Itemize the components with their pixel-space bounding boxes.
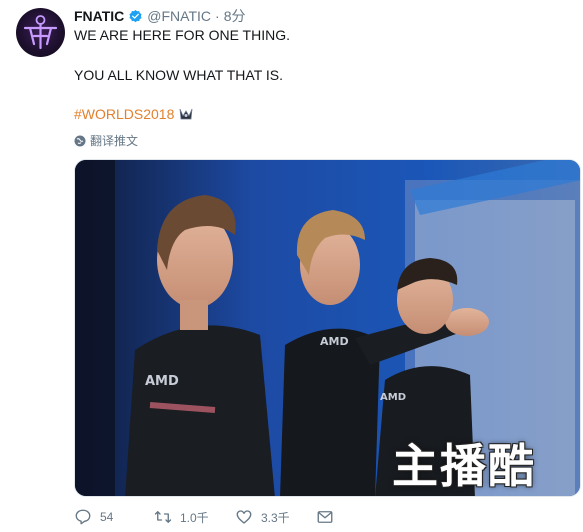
heart-icon <box>236 510 252 524</box>
hashtag-row: #WORLDS2018 <box>74 106 194 122</box>
retweet-count: 1.0千 <box>180 510 209 525</box>
message-button[interactable] <box>316 508 334 526</box>
tweet-text-line-2: YOU ALL KNOW WHAT THAT IS. <box>74 67 284 83</box>
svg-text:AMD: AMD <box>320 335 349 348</box>
like-button[interactable]: 3.3千 <box>235 508 290 526</box>
separator-dot: · <box>215 8 220 24</box>
worlds-trophy-icon <box>179 108 193 120</box>
watermark: 主播酷 <box>392 439 536 493</box>
user-handle[interactable]: @FNATIC <box>147 8 211 24</box>
hashtag-link[interactable]: #WORLDS2018 <box>74 106 174 122</box>
tweet-header: FNATIC @FNATIC · 8分 <box>74 6 246 26</box>
translate-tweet-link[interactable]: 翻译推文 <box>74 132 138 149</box>
reply-button[interactable]: 54 <box>74 508 113 526</box>
tweet-actions: 54 1.0千 3.3千 <box>74 508 374 530</box>
tweet-text-line-1: WE ARE HERE FOR ONE THING. <box>74 27 290 43</box>
display-name[interactable]: FNATIC <box>74 8 124 24</box>
retweet-button[interactable]: 1.0千 <box>154 508 209 526</box>
verified-badge-icon <box>129 9 142 22</box>
fnatic-logo <box>23 15 58 50</box>
svg-text:AMD: AMD <box>380 392 406 403</box>
translate-label: 翻译推文 <box>90 134 139 148</box>
envelope-icon <box>317 511 333 523</box>
globe-icon <box>74 135 86 146</box>
reply-count: 54 <box>100 510 114 524</box>
avatar[interactable] <box>16 8 65 57</box>
timestamp[interactable]: 8分 <box>224 6 246 26</box>
reply-icon <box>75 509 91 525</box>
like-count: 3.3千 <box>261 510 290 525</box>
retweet-icon <box>154 511 172 523</box>
svg-text:AMD: AMD <box>145 374 179 389</box>
